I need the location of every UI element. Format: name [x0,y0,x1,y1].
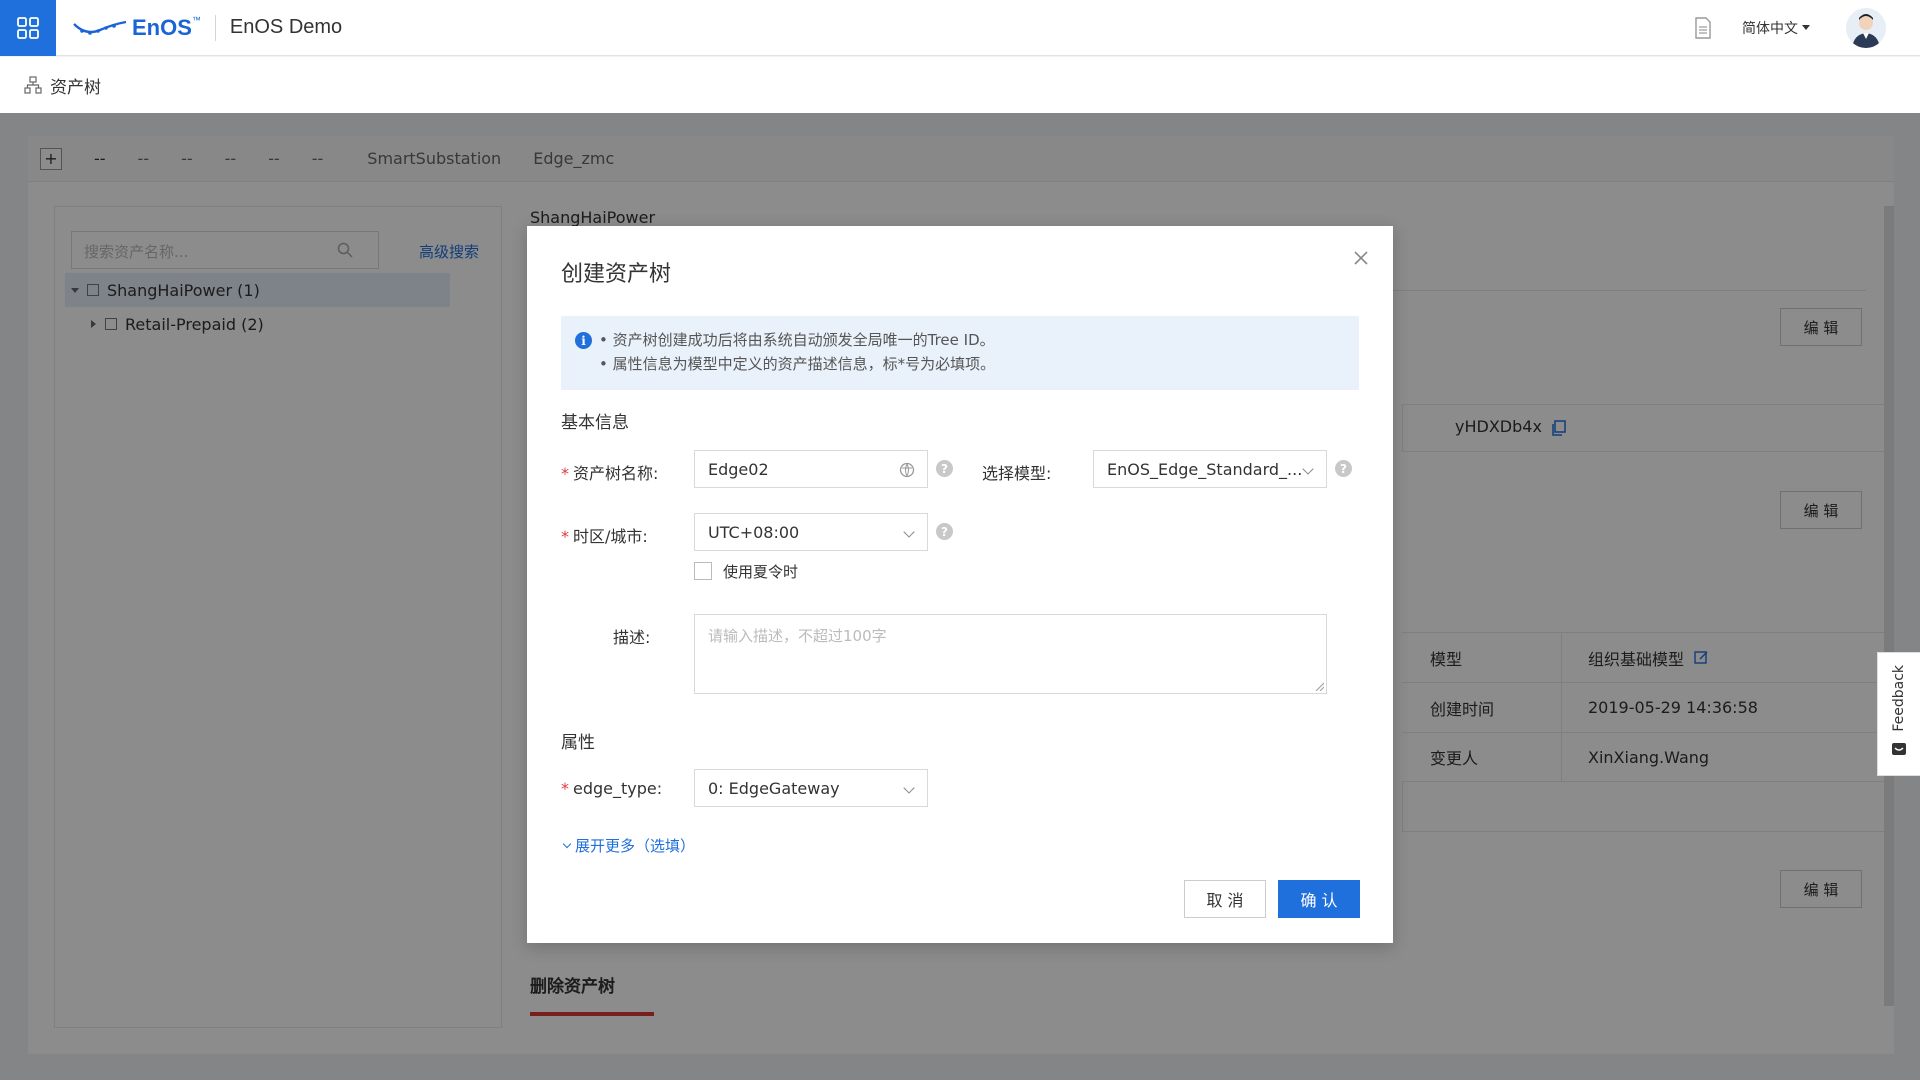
basic-info-heading: 基本信息 [561,413,629,433]
required-asterisk: * [561,779,569,798]
edge-type-label: * edge_type: [561,779,663,798]
header-divider [214,14,216,41]
description-textarea[interactable]: 请输入描述，不超过100字 [694,614,1327,694]
expand-more-label: 展开更多（选填） [575,837,696,855]
confirm-button[interactable]: 确 认 [1278,880,1360,918]
cancel-button[interactable]: 取 消 [1184,880,1266,918]
chevron-down-icon [1302,463,1314,475]
app-launcher-button[interactable] [0,0,56,56]
grid-icon [17,16,39,39]
edge-type-value: 0: EdgeGateway [708,778,840,798]
timezone-select[interactable]: UTC+08:00 [694,513,928,551]
feedback-label: Feedback [1891,665,1907,732]
description-placeholder: 请输入描述，不超过100字 [708,627,887,645]
document-icon[interactable] [1694,16,1712,39]
select-model-label: 选择模型: [982,464,1052,483]
help-icon[interactable]: ? [1335,460,1352,477]
info-line: • 资产树创建成功后将由系统自动颁发全局唯一的Tree ID。 [599,331,995,349]
required-asterisk: * [561,527,569,546]
create-asset-tree-dialog: 创建资产树 i • 资产树创建成功后将由系统自动颁发全局唯一的Tree ID。 … [527,226,1393,943]
language-selector[interactable]: 简体中文 [1742,18,1810,38]
chevron-down-icon [903,526,915,538]
required-asterisk: * [561,464,569,483]
asset-tree-name-input[interactable]: Edge02 [694,450,928,488]
info-line: • 属性信息为模型中定义的资产描述信息，标*号为必填项。 [599,355,996,373]
top-bar: EnOS™ EnOS Demo 简体中文 [0,0,1920,56]
chevron-down-icon [903,782,915,794]
dialog-title: 创建资产树 [561,262,672,287]
help-icon[interactable]: ? [936,523,953,540]
help-icon[interactable]: ? [936,460,953,477]
caret-down-icon [1802,25,1810,30]
edge-type-select[interactable]: 0: EdgeGateway [694,769,928,807]
logo-text: EnOS™ [132,14,201,40]
resize-handle-icon[interactable] [1314,681,1324,691]
breadcrumb: 资产树 [0,57,1920,113]
dst-label[interactable]: 使用夏令时 [723,561,798,582]
language-label: 简体中文 [1742,20,1798,37]
header-right: 简体中文 [1694,7,1920,48]
chat-icon [1892,742,1906,755]
timezone-label: * 时区/城市: [561,527,648,546]
asset-tree-icon [24,76,42,94]
description-label: 描述: [613,628,651,647]
dst-checkbox[interactable] [694,562,712,580]
asset-tree-name-label: * 资产树名称: [561,464,659,483]
info-notice: i • 资产树创建成功后将由系统自动颁发全局唯一的Tree ID。 • 属性信息… [561,316,1359,390]
user-portrait-icon [1852,13,1880,48]
timezone-value: UTC+08:00 [708,522,800,542]
translate-icon[interactable] [899,462,915,478]
page-title: 资产树 [50,77,101,98]
logo-wave-icon [73,20,127,35]
model-select[interactable]: EnOS_Edge_Standard_... [1093,450,1327,488]
attributes-heading: 属性 [561,733,595,753]
chevron-down-icon [562,839,572,848]
user-avatar[interactable] [1846,7,1886,48]
expand-more-link[interactable]: 展开更多（选填） [562,835,695,856]
enos-logo[interactable]: EnOS™ [72,15,201,41]
feedback-tab[interactable]: Feedback [1877,652,1920,776]
name-input-value: Edge02 [708,459,769,479]
close-icon[interactable] [1351,248,1371,268]
info-icon: i [575,332,592,349]
app-title: EnOS Demo [229,16,343,38]
model-select-value: EnOS_Edge_Standard_... [1107,459,1303,479]
